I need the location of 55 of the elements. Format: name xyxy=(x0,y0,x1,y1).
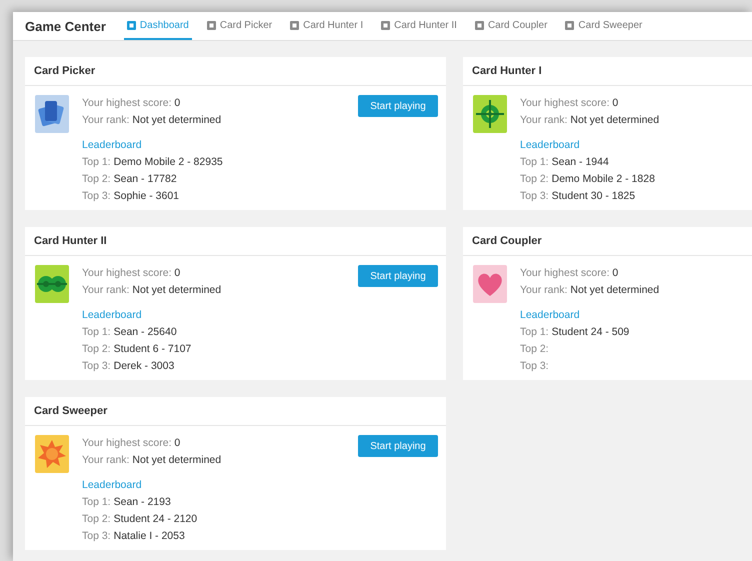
tab-icon xyxy=(290,20,300,30)
highest-score: Your highest score: 0 xyxy=(520,266,620,281)
leaderboard-link[interactable]: Leaderboard xyxy=(520,307,752,324)
rank: Your rank: Not yet determined xyxy=(82,283,222,298)
target-icon xyxy=(473,95,507,133)
leaderboard-entry: Top 2: xyxy=(520,342,550,357)
tab[interactable]: Card Hunter II xyxy=(378,12,460,40)
leaderboard-entry: Top 2: Demo Mobile 2 - 1828 xyxy=(520,172,656,187)
tab-icon xyxy=(206,20,216,30)
rank: Your rank: Not yet determined xyxy=(82,453,222,468)
start-playing-button[interactable]: Start playing xyxy=(358,95,438,117)
card-title: Card Picker xyxy=(25,57,446,86)
leaderboard-link[interactable]: Leaderboard xyxy=(520,137,752,154)
cards-icon xyxy=(35,95,69,133)
leaderboard-entry: Top 3: Natalie I - 2053 xyxy=(82,529,186,544)
rank: Your rank: Not yet determined xyxy=(82,113,222,128)
sun-icon xyxy=(35,435,69,473)
leaderboard-entry: Top 3: Derek - 3003 xyxy=(82,359,176,374)
leaderboard-link[interactable]: Leaderboard xyxy=(82,307,358,324)
app-title: Game Center xyxy=(25,18,106,34)
tab[interactable]: Card Picker xyxy=(204,12,276,40)
highest-score: Your highest score: 0 xyxy=(82,436,182,451)
highest-score: Your highest score: 0 xyxy=(82,266,182,281)
tab-icon xyxy=(474,20,484,30)
highest-score: Your highest score: 0 xyxy=(520,96,620,111)
tab-icon xyxy=(126,20,136,30)
highest-score: Your highest score: 0 xyxy=(82,96,182,111)
card-title: Card Sweeper xyxy=(25,397,446,426)
leaderboard-entry: Top 1: Student 24 - 509 xyxy=(520,325,630,340)
leaderboard-entry: Top 1: Sean - 1944 xyxy=(520,155,610,170)
start-playing-button[interactable]: Start playing xyxy=(358,435,438,457)
tab[interactable]: Dashboard xyxy=(124,12,192,40)
leaderboard-entry: Top 2: Student 6 - 7107 xyxy=(82,342,192,357)
card-title: Card Hunter I xyxy=(463,57,752,86)
double-target-icon xyxy=(35,265,69,303)
tab-icon xyxy=(565,20,574,30)
leaderboard-entry: Top 1: Demo Mobile 2 - 82935 xyxy=(82,155,224,170)
leaderboard-link[interactable]: Leaderboard xyxy=(82,137,358,154)
tab[interactable]: Card Hunter I xyxy=(287,12,366,40)
card-title: Card Hunter II xyxy=(25,227,446,256)
leaderboard-link[interactable]: Leaderboard xyxy=(82,477,358,494)
card-title: Card Coupler xyxy=(463,227,752,256)
leaderboard-entry: Top 3: xyxy=(520,359,550,374)
leaderboard-entry: Top 2: Sean - 17782 xyxy=(82,172,178,187)
start-playing-button[interactable]: Start playing xyxy=(358,265,438,287)
tab-icon xyxy=(381,20,390,30)
rank: Your rank: Not yet determined xyxy=(520,113,660,128)
tab[interactable]: Card Coupler xyxy=(472,12,550,40)
leaderboard-entry: Top 3: Student 30 - 1825 xyxy=(520,189,636,204)
tab[interactable]: Card Sweeper xyxy=(562,12,646,40)
leaderboard-entry: Top 3: Sophie - 3601 xyxy=(82,189,180,204)
leaderboard-entry: Top 1: Sean - 25640 xyxy=(82,325,178,340)
leaderboard-entry: Top 1: Sean - 2193 xyxy=(82,495,172,510)
rank: Your rank: Not yet determined xyxy=(520,283,660,298)
leaderboard-entry: Top 2: Student 24 - 2120 xyxy=(82,512,198,527)
